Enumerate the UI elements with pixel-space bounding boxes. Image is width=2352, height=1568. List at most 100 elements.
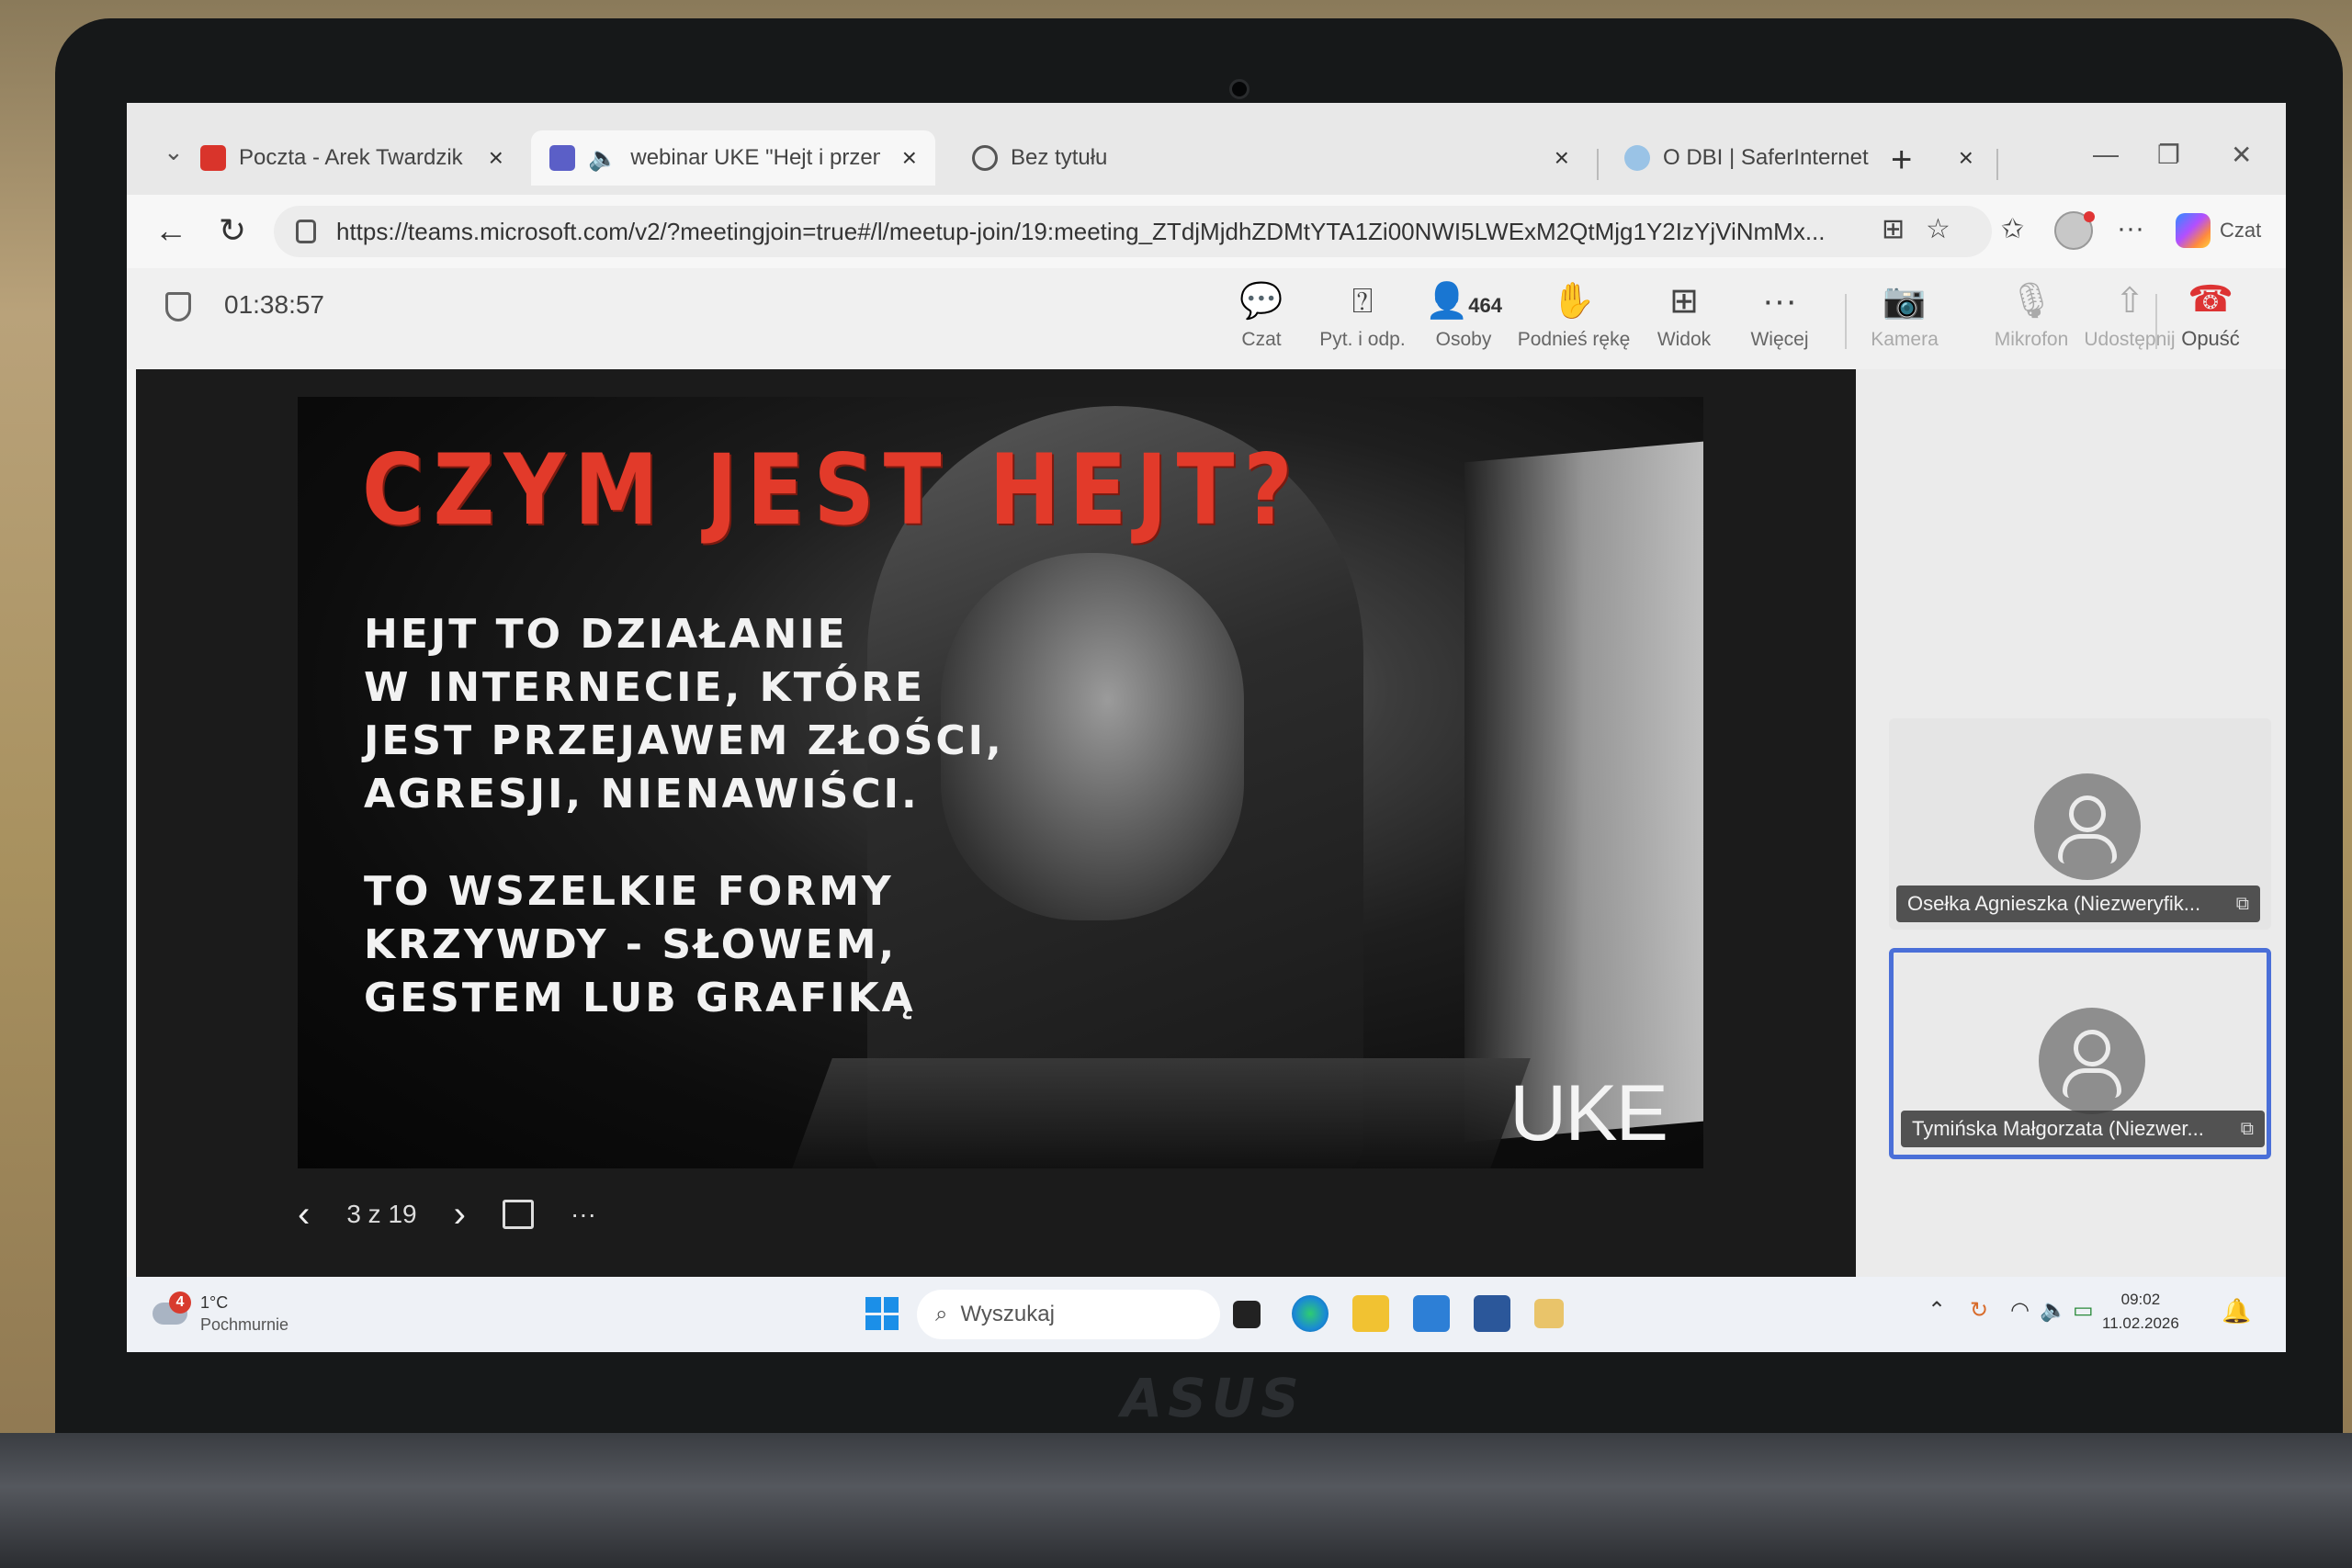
teams-icon xyxy=(549,145,575,171)
favorites-icon[interactable]: ✩ xyxy=(2001,213,2024,245)
shared-content-stage: CZYM JEST HEJT? HEJT TO DZIAŁANIE W INTE… xyxy=(136,369,1856,1277)
participant-pane: Osełka Agnieszka (Niezweryfik... ⧉ Tymiń… xyxy=(1856,369,2286,1277)
microphone-button[interactable]: 🎙 Mikrofon xyxy=(1981,281,2082,351)
update-icon[interactable]: ↻ xyxy=(1970,1297,1988,1324)
toolbar-separator xyxy=(2155,294,2157,349)
show-hidden-icons-icon[interactable]: ⌃ xyxy=(1928,1297,1946,1324)
screen: ⌄ Poczta - Arek Twardzik - Poczta ho × 🔈… xyxy=(127,103,2286,1352)
notification-bell-icon[interactable]: 🔔 xyxy=(2222,1297,2251,1325)
raise-hand-button[interactable]: ✋ Podnieś rękę xyxy=(1514,281,1634,351)
battery-icon[interactable]: ▭ xyxy=(2073,1297,2094,1324)
slide-navigation: ‹ 3 z 19 › ··· xyxy=(298,1187,596,1242)
restore-icon[interactable]: ❐ xyxy=(2157,140,2180,170)
view-grid-icon: ⊞ xyxy=(1669,282,1699,321)
webcam xyxy=(1229,79,1250,99)
saferinternet-icon xyxy=(1624,145,1650,171)
tab-webinar[interactable]: 🔈 webinar UKE "Hejt i przemoc × xyxy=(531,130,935,186)
slide-photo-keyboard xyxy=(792,1058,1531,1168)
leave-button[interactable]: ☎ Opuść xyxy=(2165,279,2256,351)
close-icon[interactable]: × xyxy=(1959,143,1973,173)
participant-name-label: Osełka Agnieszka (Niezweryfik... ⧉ xyxy=(1896,886,2260,922)
start-button[interactable] xyxy=(865,1297,899,1330)
close-icon[interactable]: × xyxy=(1555,143,1569,173)
url-text: https://teams.microsoft.com/v2/?meetingj… xyxy=(336,217,1826,245)
shield-icon xyxy=(165,292,191,321)
minimize-icon[interactable]: — xyxy=(2093,140,2119,169)
speaker-icon: 🔈 xyxy=(588,143,618,172)
wifi-icon[interactable]: ◠ xyxy=(2010,1297,2030,1324)
avatar xyxy=(2039,1008,2145,1114)
participant-name-label: Tymińska Małgorzata (Niezwer... ⧉ xyxy=(1901,1111,2265,1147)
tab-separator xyxy=(1597,149,1599,180)
pin-icon[interactable]: ⧉ xyxy=(2236,886,2249,922)
file-explorer-icon[interactable] xyxy=(1352,1295,1389,1332)
avatar xyxy=(2034,773,2141,880)
weather-description: Pochmurnie xyxy=(200,1315,289,1334)
taskbar-search[interactable]: ⌕ Wyszukaj xyxy=(917,1290,1220,1339)
system-clock[interactable]: 09:02 11.02.2026 xyxy=(2102,1288,2179,1336)
copilot-button[interactable]: Czat xyxy=(2176,213,2261,248)
volume-icon[interactable]: 🔈 xyxy=(2040,1297,2067,1324)
chat-icon: 💬 xyxy=(1239,282,1283,321)
refresh-icon[interactable]: ↻ xyxy=(219,211,246,250)
slide-overview-icon[interactable] xyxy=(502,1200,534,1229)
hang-up-icon: ☎ xyxy=(2188,279,2233,320)
more-icon: ··· xyxy=(1762,282,1797,321)
window-close-icon[interactable]: ✕ xyxy=(2231,140,2252,170)
next-slide-icon[interactable]: › xyxy=(454,1194,466,1235)
copilot-icon xyxy=(2176,213,2211,248)
slide-more-icon[interactable]: ··· xyxy=(571,1200,596,1229)
meeting-timer: 01:38:57 xyxy=(224,290,324,319)
presentation-slide: CZYM JEST HEJT? HEJT TO DZIAŁANIE W INTE… xyxy=(298,397,1703,1168)
previous-slide-icon[interactable]: ‹ xyxy=(298,1194,310,1235)
edge-icon[interactable] xyxy=(1292,1295,1329,1332)
tab-actions-menu-icon[interactable]: ⌄ xyxy=(164,138,184,166)
slide-text-line: JEST PRZEJAWEM ZŁOŚCI, xyxy=(364,717,1004,764)
weather-badge: 4 xyxy=(169,1292,191,1314)
slide-text-line: TO WSZELKIE FORMY xyxy=(364,868,894,915)
weather-widget[interactable]: 4 1°C Pochmurnie xyxy=(153,1288,391,1343)
view-button[interactable]: ⊞ Widok xyxy=(1634,281,1735,351)
tab-poczta[interactable]: Poczta - Arek Twardzik - Poczta ho × xyxy=(182,130,522,186)
windows-taskbar: 4 1°C Pochmurnie ⌕ Wyszukaj ⌃ ↻ ◠ 🔈 ▭ 09… xyxy=(127,1277,2286,1352)
mail-icon xyxy=(200,145,226,171)
url-field[interactable]: https://teams.microsoft.com/v2/?meetingj… xyxy=(274,206,1992,257)
new-tab-icon[interactable]: + xyxy=(1891,140,1912,181)
python-icon[interactable] xyxy=(1534,1299,1564,1328)
pin-icon[interactable]: ⧉ xyxy=(2241,1111,2254,1147)
close-icon[interactable]: × xyxy=(489,143,503,173)
camera-button[interactable]: 📷 Kamera xyxy=(1854,281,1955,351)
qa-button[interactable]: ⍰ Pyt. i odp. xyxy=(1312,281,1413,351)
participant-count: 464 xyxy=(1468,294,1503,317)
favorite-star-icon[interactable]: ☆ xyxy=(1926,213,1951,245)
participant-tile-active[interactable]: Tymińska Małgorzata (Niezwer... ⧉ xyxy=(1889,948,2271,1159)
tab-strip: ⌄ Poczta - Arek Twardzik - Poczta ho × 🔈… xyxy=(127,103,2286,195)
chat-button[interactable]: 💬 Czat xyxy=(1211,281,1312,351)
tab-separator xyxy=(1996,149,1998,180)
laptop-brand: ASUS xyxy=(1121,1367,1305,1429)
app-available-icon[interactable]: ⊞ xyxy=(1882,213,1905,245)
qa-icon: ⍰ xyxy=(1351,282,1374,321)
share-button[interactable]: ⇧ Udostępnij xyxy=(2084,281,2176,351)
close-icon[interactable]: × xyxy=(902,143,917,173)
mail-app-icon[interactable] xyxy=(1413,1295,1450,1332)
task-view-icon[interactable] xyxy=(1233,1301,1261,1328)
toolbar-separator xyxy=(1845,294,1847,349)
profile-avatar[interactable] xyxy=(2054,211,2095,250)
people-icon: 👤464 xyxy=(1424,282,1503,321)
word-icon[interactable] xyxy=(1474,1295,1510,1332)
slide-photo-laptop xyxy=(1464,441,1703,1143)
tab-bez-tytulu[interactable]: Bez tytułu × xyxy=(954,130,1588,186)
slide-text-line: GESTEM LUB GRAFIKĄ xyxy=(364,975,916,1021)
camera-off-icon: 📷 xyxy=(1883,282,1927,321)
participant-tile[interactable]: Osełka Agnieszka (Niezweryfik... ⧉ xyxy=(1889,718,2271,930)
tab-saferinternet[interactable]: O DBI | SaferInternet × xyxy=(1606,130,1992,186)
meeting-toolbar: 01:38:57 💬 Czat ⍰ Pyt. i odp. 👤464 Osoby… xyxy=(127,268,2286,369)
share-icon: ⇧ xyxy=(2115,282,2144,321)
more-button[interactable]: ··· Więcej xyxy=(1729,281,1830,351)
settings-more-icon[interactable]: ··· xyxy=(2117,213,2144,244)
people-button[interactable]: 👤464 Osoby xyxy=(1413,281,1514,351)
back-icon[interactable]: ← xyxy=(154,211,187,250)
mic-off-icon: 🎙 xyxy=(2008,282,2054,321)
slide-title: CZYM JEST HEJT? xyxy=(362,434,1302,547)
